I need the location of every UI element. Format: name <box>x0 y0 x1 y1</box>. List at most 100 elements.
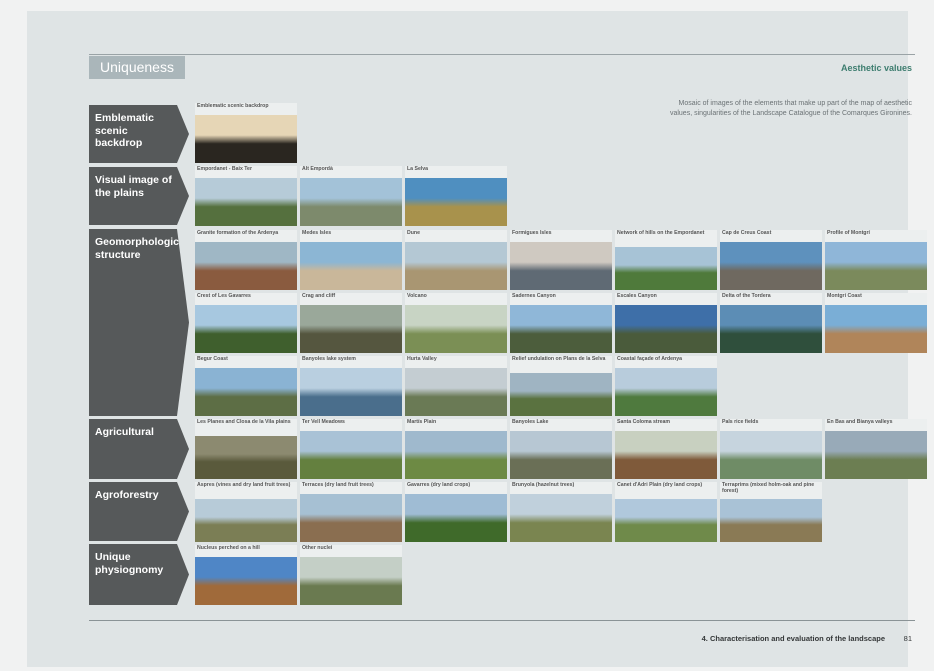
tile-label: Volcano <box>405 293 507 305</box>
tile-photo <box>825 431 927 479</box>
tile-photo <box>615 368 717 416</box>
tile-label: Hurta Valley <box>405 356 507 368</box>
section-tab: Uniqueness <box>89 56 185 79</box>
photo-tile: Volcano <box>405 293 507 353</box>
tile-photo <box>195 115 297 163</box>
photo-tile: Banyoles Lake <box>510 419 612 479</box>
photo-tile: Granite formation of the Ardenya <box>195 230 297 290</box>
tile-label: Coastal façade of Ardenya <box>615 356 717 368</box>
category-geomorphological: Geomorphological structure <box>89 229 189 416</box>
tile-label: Banyoles lake system <box>300 356 402 368</box>
tile-label: Martís Plain <box>405 419 507 431</box>
tile-label: Santa Coloma stream <box>615 419 717 431</box>
tile-label: Medes Isles <box>300 230 402 242</box>
tile-photo <box>405 178 507 226</box>
aesthetic-values-label: Aesthetic values <box>840 63 912 73</box>
footer-rule <box>89 620 915 621</box>
tile-photo <box>405 494 507 542</box>
tile-label: Dune <box>405 230 507 242</box>
photo-tile: Network of hills on the Empordanet <box>615 230 717 290</box>
tile-photo <box>510 242 612 290</box>
tile-photo <box>405 368 507 416</box>
tile-photo <box>300 368 402 416</box>
tile-label: La Selva <box>405 166 507 178</box>
tile-label: Other nuclei <box>300 545 402 557</box>
page-number: 81 <box>903 634 912 643</box>
tile-label: Escales Canyon <box>615 293 717 305</box>
photo-tile: Begur Coast <box>195 356 297 416</box>
tile-label: Banyoles Lake <box>510 419 612 431</box>
photo-tile: Crag and cliff <box>300 293 402 353</box>
tile-photo <box>195 436 297 479</box>
tile-photo <box>615 499 717 542</box>
tile-label: Network of hills on the Empordanet <box>615 230 717 247</box>
category-unique-physiognomy: Unique physiognomy <box>89 544 189 605</box>
photo-tile: Sadernes Canyon <box>510 293 612 353</box>
photo-tile: Cap de Creus Coast <box>720 230 822 290</box>
photo-tile: Canet d'Adri Plain (dry land crops) <box>615 482 717 542</box>
tile-label: Emblematic scenic backdrop <box>195 103 297 115</box>
tile-photo <box>720 242 822 290</box>
photo-tile: Nucleus perched on a hill <box>195 545 297 605</box>
tile-label: Aspres (vines and dry land fruit trees) <box>195 482 297 499</box>
photo-tile: Emblematic scenic backdrop <box>195 103 297 163</box>
tile-photo <box>300 178 402 226</box>
photo-tile: Dune <box>405 230 507 290</box>
photo-tile: Pals rice fields <box>720 419 822 479</box>
tile-photo <box>510 431 612 479</box>
tile-photo <box>615 247 717 290</box>
photo-tile: Delta of the Tordera <box>720 293 822 353</box>
tile-label: En Bas and Bianya valleys <box>825 419 927 431</box>
tile-label: Empordanet - Baix Ter <box>195 166 297 178</box>
photo-tile: Alt Empordà <box>300 166 402 226</box>
tile-photo <box>615 305 717 353</box>
tile-label: Canet d'Adri Plain (dry land crops) <box>615 482 717 499</box>
tile-photo <box>510 494 612 542</box>
photo-tile: Santa Coloma stream <box>615 419 717 479</box>
tile-label: Crag and cliff <box>300 293 402 305</box>
tile-photo <box>300 557 402 605</box>
footer-chapter-title: 4. Characterisation and evaluation of th… <box>701 634 885 643</box>
tile-photo <box>195 368 297 416</box>
tile-photo <box>300 494 402 542</box>
tile-label: Granite formation of the Ardenya <box>195 230 297 242</box>
photo-tile: Banyoles lake system <box>300 356 402 416</box>
tile-photo <box>300 431 402 479</box>
tile-label: Ter Vell Meadows <box>300 419 402 431</box>
header-rule <box>89 54 915 55</box>
category-agricultural: Agricultural <box>89 419 189 479</box>
category-agroforestry: Agroforestry <box>89 482 189 541</box>
tile-photo <box>195 242 297 290</box>
tile-label: Crest of Les Gavarres <box>195 293 297 305</box>
photo-tile: Aspres (vines and dry land fruit trees) <box>195 482 297 542</box>
photo-tile: Montgrí Coast <box>825 293 927 353</box>
tile-photo <box>405 242 507 290</box>
tile-photo <box>510 305 612 353</box>
tile-label: Brunyola (hazelnut trees) <box>510 482 612 494</box>
tile-photo <box>195 499 297 542</box>
tile-photo <box>615 431 717 479</box>
tile-photo <box>300 242 402 290</box>
tile-label: Sadernes Canyon <box>510 293 612 305</box>
tile-label: Les Planes and Closa de la Vila plains <box>195 419 297 436</box>
tile-label: Nucleus perched on a hill <box>195 545 297 557</box>
photo-tile: Coastal façade of Ardenya <box>615 356 717 416</box>
tile-label: Gavarres (dry land crops) <box>405 482 507 494</box>
tile-label: Terraces (dry land fruit trees) <box>300 482 402 494</box>
photo-tile: Terraces (dry land fruit trees) <box>300 482 402 542</box>
tile-label: Relief undulation on Plans de la Selva <box>510 356 612 373</box>
tile-photo <box>825 242 927 290</box>
tile-photo <box>720 305 822 353</box>
photo-tile: Les Planes and Closa de la Vila plains <box>195 419 297 479</box>
tile-photo <box>720 431 822 479</box>
photo-tile: Hurta Valley <box>405 356 507 416</box>
tile-label: Cap de Creus Coast <box>720 230 822 242</box>
photo-tile: La Selva <box>405 166 507 226</box>
tile-photo <box>195 557 297 605</box>
photo-tile: Gavarres (dry land crops) <box>405 482 507 542</box>
tile-label: Pals rice fields <box>720 419 822 431</box>
photo-tile: Other nuclei <box>300 545 402 605</box>
photo-tile: Brunyola (hazelnut trees) <box>510 482 612 542</box>
tile-photo <box>720 499 822 542</box>
mosaic-caption: Mosaic of images of the elements that ma… <box>669 100 912 117</box>
